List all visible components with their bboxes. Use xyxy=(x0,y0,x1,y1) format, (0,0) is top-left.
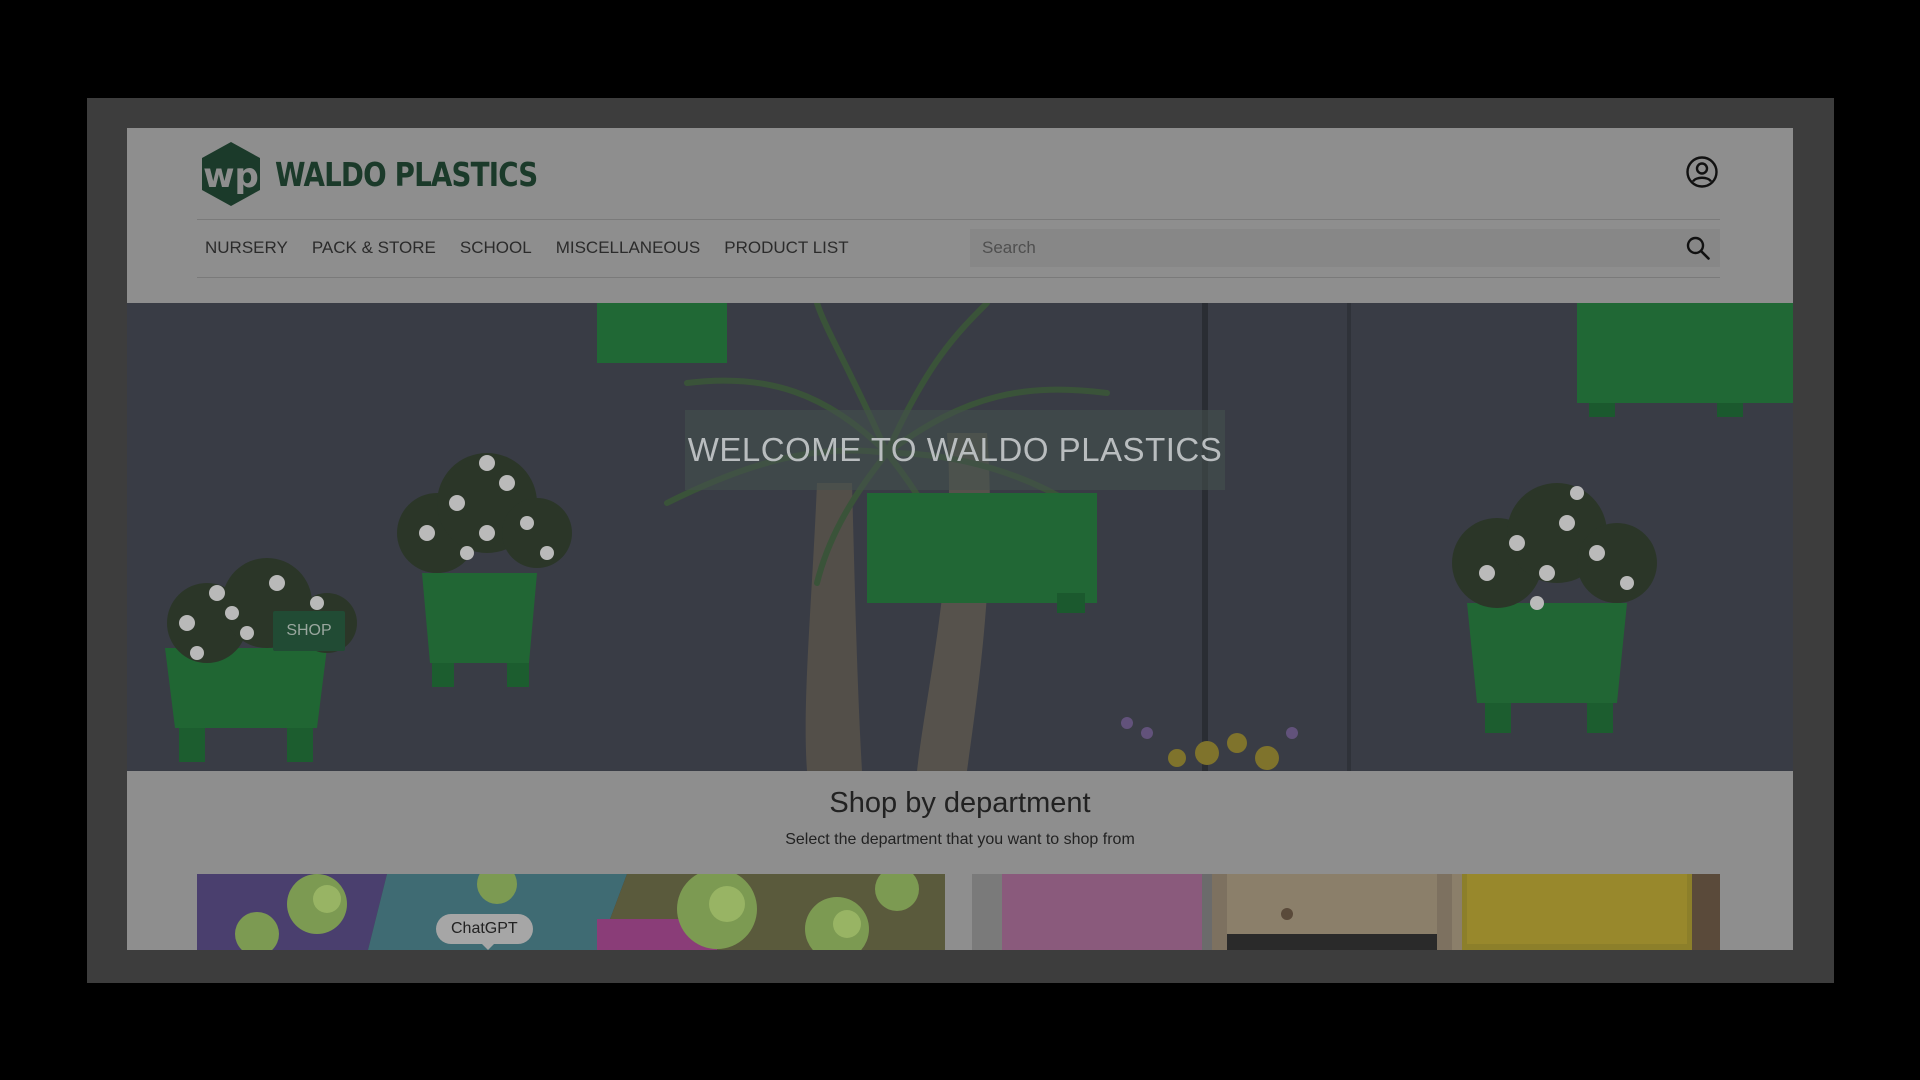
nav-item-nursery[interactable]: NURSERY xyxy=(197,238,296,258)
logo-hexagon-icon: wp xyxy=(202,142,260,206)
department-card-image xyxy=(197,874,945,950)
nav-item-school[interactable]: SCHOOL xyxy=(452,238,540,258)
hero-title: WELCOME TO WALDO PLASTICS xyxy=(687,431,1223,468)
department-subtitle: Select the department that you want to s… xyxy=(785,831,1135,848)
brand-name: WALDO PLASTICS xyxy=(275,154,538,194)
shop-button[interactable]: SHOP xyxy=(273,611,345,651)
search-bar xyxy=(970,229,1720,267)
web-page: wp WALDO PLASTICS NURSERY PACK & STORE S xyxy=(127,128,1793,950)
user-circle-icon xyxy=(1686,156,1718,188)
search-input[interactable] xyxy=(970,229,1676,267)
nav-divider xyxy=(197,277,1720,278)
magnifier-icon xyxy=(1686,236,1710,260)
department-card-nursery[interactable] xyxy=(197,874,945,950)
department-card-pack-store[interactable] xyxy=(972,874,1720,950)
department-card-image xyxy=(972,874,1720,950)
nav-item-product-list[interactable]: PRODUCT LIST xyxy=(716,238,856,258)
main-nav: NURSERY PACK & STORE SCHOOL MISCELLANEOU… xyxy=(197,228,865,268)
brand-logo[interactable]: wp WALDO PLASTICS xyxy=(197,140,587,208)
hero-banner: WELCOME TO WALDO PLASTICS SHOP xyxy=(127,303,1793,771)
dimmed-window-frame: wp WALDO PLASTICS NURSERY PACK & STORE S xyxy=(87,98,1834,983)
screen: wp WALDO PLASTICS NURSERY PACK & STORE S xyxy=(0,0,1920,1080)
hero-image xyxy=(127,303,1793,771)
hero-title-banner: WELCOME TO WALDO PLASTICS xyxy=(685,410,1225,490)
nav-item-miscellaneous[interactable]: MISCELLANEOUS xyxy=(548,238,709,258)
svg-text:wp: wp xyxy=(203,156,259,196)
chatgpt-tooltip: ChatGPT xyxy=(436,914,533,950)
site-header: wp WALDO PLASTICS NURSERY PACK & STORE S xyxy=(127,128,1793,303)
search-button[interactable] xyxy=(1676,229,1720,267)
nav-item-pack-store[interactable]: PACK & STORE xyxy=(304,238,444,258)
account-button[interactable] xyxy=(1685,155,1719,189)
header-divider xyxy=(197,219,1720,220)
department-heading: Shop by department xyxy=(829,787,1091,819)
